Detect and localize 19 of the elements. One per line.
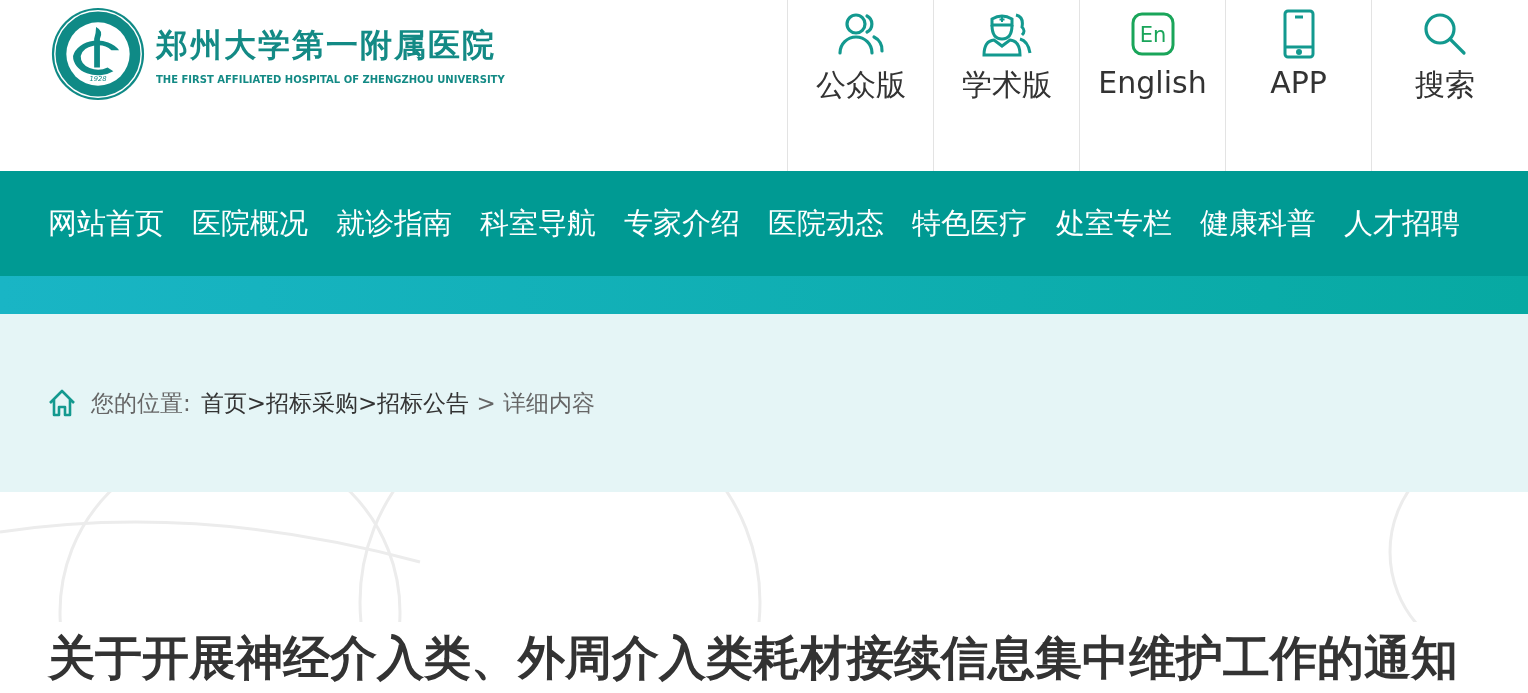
nav-link[interactable]: 医院动态 — [768, 203, 884, 244]
breadcrumb-link[interactable]: >招标采购 — [246, 387, 359, 419]
nav-link[interactable]: 网站首页 — [48, 203, 164, 244]
breadcrumb-link[interactable]: >招标公告 — [358, 387, 470, 419]
nav-link[interactable]: 专家介绍 — [624, 203, 740, 244]
nav-link[interactable]: 人才招聘 — [1344, 203, 1460, 244]
hospital-name: 郑州大学第一附属医院 — [156, 24, 497, 66]
nav-link[interactable]: 科室导航 — [480, 203, 596, 244]
nav-link[interactable]: 特色医疗 — [912, 203, 1028, 244]
hospital-name-english: THE FIRST AFFILIATED HOSPITAL OF ZHENGZHOU UNIVERSITY — [156, 73, 505, 85]
breadcrumb-current: > 详细内容 — [475, 388, 596, 418]
breadcrumb-label: 您的位置: — [91, 388, 191, 418]
nav-link[interactable]: 健康科普 — [1200, 203, 1316, 244]
article-title: 关于开展神经介入类、外周介入类耗材接续信息集中维护工作的通知 — [48, 629, 1458, 687]
nav-link[interactable]: 医院概况 — [192, 203, 308, 244]
nav-link[interactable]: 处室专栏 — [1056, 203, 1172, 244]
breadcrumb-link[interactable]: 首页 — [200, 387, 247, 419]
home-icon — [47, 388, 77, 418]
nav-link[interactable]: 就诊指南 — [336, 203, 452, 244]
